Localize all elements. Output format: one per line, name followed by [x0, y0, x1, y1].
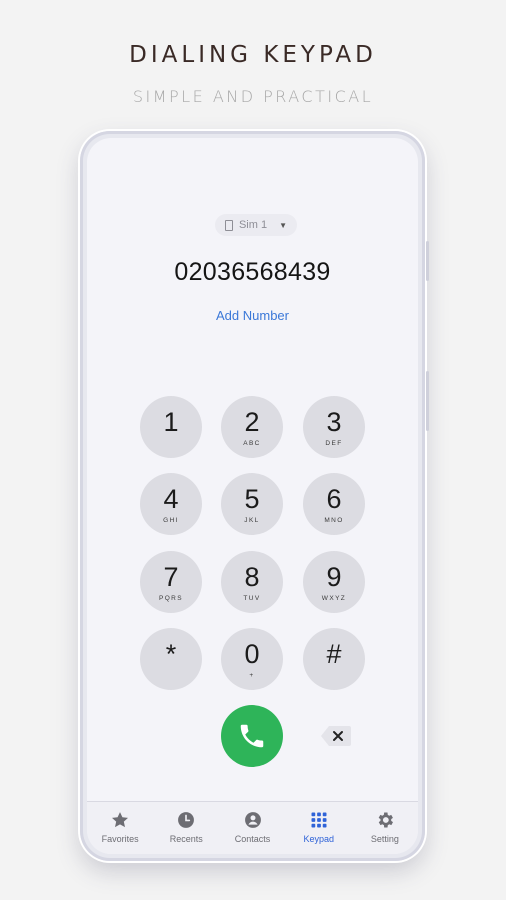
- key-letters: ABC: [243, 439, 261, 447]
- key-letters: +: [249, 671, 255, 679]
- key-letters: GHI: [163, 516, 179, 524]
- sim-label: Sim 1: [238, 219, 268, 231]
- key-letters: WXYZ: [321, 594, 347, 602]
- key-digit: 0: [244, 638, 260, 669]
- keypad-icon: [309, 810, 329, 830]
- tab-label: Keypad: [303, 834, 334, 844]
- key-0[interactable]: 0 +: [221, 628, 283, 690]
- key-3[interactable]: 3 DEF: [303, 396, 365, 458]
- tab-label: Setting: [370, 834, 399, 844]
- key-digit: 7: [163, 561, 179, 592]
- add-number-link[interactable]: Add Number: [87, 308, 418, 323]
- key-8[interactable]: 8 TUV: [221, 551, 283, 613]
- volume-button: [426, 241, 429, 281]
- key-7[interactable]: 7 PQRS: [140, 551, 202, 613]
- tab-contacts[interactable]: Contacts: [219, 802, 285, 854]
- person-icon: [243, 810, 263, 830]
- tab-keypad[interactable]: Keypad: [286, 802, 352, 854]
- tab-label: Contacts: [234, 834, 271, 844]
- phone-frame: Sim 1 ▼ 02036568439 Add Number 1 2 ABC 3…: [80, 131, 429, 861]
- key-digit: 3: [326, 406, 342, 437]
- key-9[interactable]: 9 WXYZ: [303, 551, 365, 613]
- sim-card-icon: [224, 219, 233, 231]
- sim-selector[interactable]: Sim 1 ▼: [215, 214, 297, 236]
- tab-label: Favorites: [101, 834, 139, 844]
- key-4[interactable]: 4 GHI: [140, 473, 202, 535]
- tab-recents[interactable]: Recents: [153, 802, 219, 854]
- key-1[interactable]: 1: [140, 396, 202, 458]
- key-6[interactable]: 6 MNO: [303, 473, 365, 535]
- power-button: [426, 371, 429, 431]
- gear-icon: [375, 810, 395, 830]
- key-digit: 1: [163, 406, 179, 437]
- key-digit: 9: [326, 561, 342, 592]
- key-digit: 5: [244, 483, 260, 514]
- backspace-icon: [321, 726, 351, 746]
- promo-subtitle: SIMPLE AND PRACTICAL: [132, 87, 374, 106]
- clock-icon: [176, 810, 196, 830]
- caret-down-icon: ▼: [279, 220, 288, 230]
- key-letters: PQRS: [158, 594, 184, 602]
- tab-setting[interactable]: Setting: [352, 802, 418, 854]
- key-digit: *: [165, 638, 177, 669]
- key-digit: 8: [244, 561, 260, 592]
- dialed-number: 02036568439: [174, 258, 331, 286]
- key-5[interactable]: 5 JKL: [221, 473, 283, 535]
- key-digit: 6: [326, 483, 342, 514]
- tab-favorites[interactable]: Favorites: [87, 802, 153, 854]
- star-icon: [110, 810, 130, 830]
- key-letters: TUV: [243, 594, 261, 602]
- key-letters: DEF: [325, 439, 343, 447]
- promo-title: DIALING KEYPAD: [129, 42, 377, 68]
- key-star[interactable]: *: [140, 628, 202, 690]
- key-digit: #: [326, 638, 342, 669]
- key-digit: 2: [244, 406, 260, 437]
- backspace-button[interactable]: [320, 724, 352, 748]
- key-letters: JKL: [244, 516, 260, 524]
- tab-label: Recents: [169, 834, 203, 844]
- call-button[interactable]: [221, 705, 283, 767]
- dialer-screen: Sim 1 ▼ 02036568439 Add Number 1 2 ABC 3…: [87, 138, 418, 854]
- key-digit: 4: [163, 483, 179, 514]
- key-letters: MNO: [324, 516, 344, 524]
- phone-icon: [240, 724, 264, 748]
- bottom-nav: Favorites Recents Contacts Keypad Settin…: [87, 801, 418, 854]
- key-hash[interactable]: #: [303, 628, 365, 690]
- key-2[interactable]: 2 ABC: [221, 396, 283, 458]
